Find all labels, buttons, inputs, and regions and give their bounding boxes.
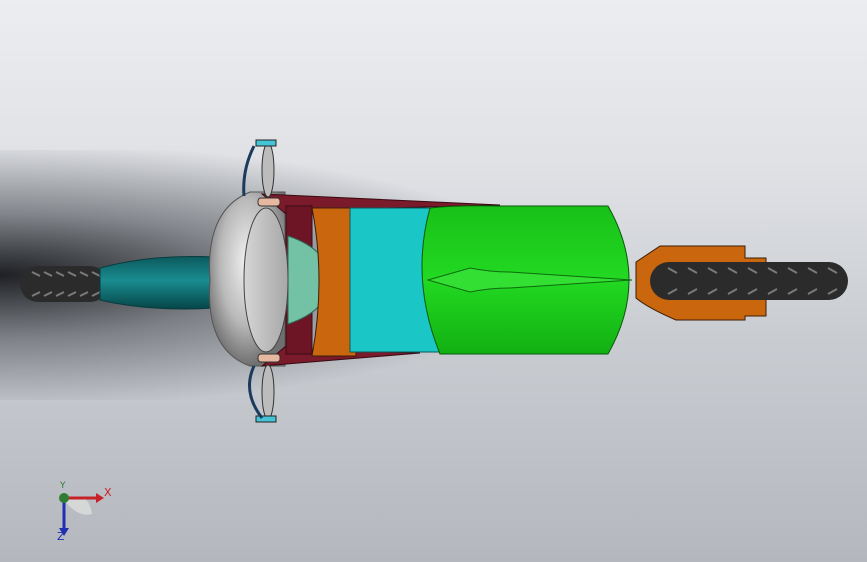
handlebar-center <box>243 207 289 353</box>
coordinate-triad: X Y Z <box>48 478 118 548</box>
axis-y-label: Y <box>60 481 66 491</box>
front-tire <box>650 262 848 300</box>
axis-x-label: X <box>104 486 112 499</box>
cad-3d-viewport[interactable]: X Y Z <box>0 0 867 562</box>
body-panel-orange <box>311 207 357 357</box>
motorcycle-model[interactable] <box>0 0 867 562</box>
axis-z-label: Z <box>57 530 65 543</box>
rear-fender <box>99 255 216 310</box>
rear-tire <box>20 266 108 302</box>
